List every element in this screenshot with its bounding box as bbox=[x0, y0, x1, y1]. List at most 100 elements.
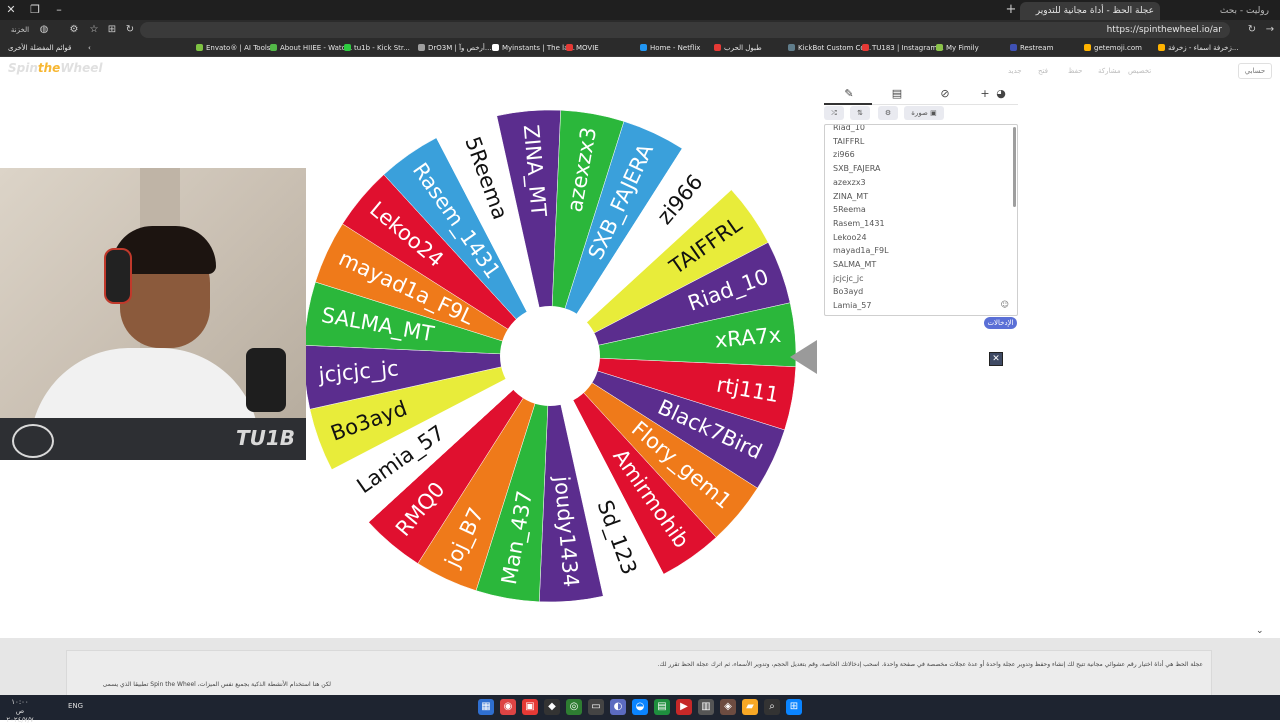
bookmark-item[interactable]: tu1b - Kick Str... bbox=[344, 41, 410, 55]
description-line-1: عجلة الحظ هي أداة اختيار رقم عشوائي مجان… bbox=[657, 661, 1203, 668]
language-indicator[interactable]: ENG bbox=[68, 702, 83, 710]
entry-line[interactable]: Lekoo24 bbox=[833, 232, 867, 244]
wheel-hub[interactable] bbox=[500, 306, 600, 406]
account-button[interactable]: حسابي bbox=[1238, 63, 1272, 79]
home-label[interactable]: الخزنة bbox=[6, 21, 34, 39]
avatar-icon[interactable]: ◕ bbox=[990, 86, 1012, 102]
chevron-left-icon[interactable]: ‹ bbox=[88, 41, 91, 55]
excel-icon[interactable]: ▤ bbox=[654, 699, 670, 715]
reload-icon[interactable]: ↻ bbox=[1244, 21, 1260, 39]
bookmark-label: Home - Netflix bbox=[650, 44, 701, 52]
other-bookmarks[interactable]: قوائم المفضلة الأخرى bbox=[8, 41, 71, 55]
entries-scrollbar[interactable] bbox=[1013, 127, 1016, 207]
app-icon[interactable]: ▣ bbox=[522, 699, 538, 715]
site-logo[interactable]: SpintheWheel bbox=[8, 61, 102, 75]
bookmark-item[interactable]: DrO3M | أرخص وآ... bbox=[418, 41, 492, 55]
clock[interactable]: ١٠:٠٠ ص ٢٠٢٤/٧/٧ bbox=[6, 698, 34, 725]
close-window-icon[interactable]: ✕ bbox=[0, 0, 22, 20]
bookmark-item[interactable]: Restream bbox=[1010, 41, 1053, 55]
bookmark-item[interactable]: getemoji.com bbox=[1084, 41, 1142, 55]
sort-icon[interactable]: ⇅ bbox=[850, 106, 870, 120]
nav-item[interactable]: جديد bbox=[1008, 64, 1022, 78]
tab-active[interactable]: عجلة الحظ - أداة مجانية للتدوير bbox=[1020, 2, 1160, 20]
nav-item[interactable]: تخصيص bbox=[1128, 64, 1151, 78]
bookmark-item[interactable]: Envato® | AI Tools... bbox=[196, 41, 277, 55]
shuffle-icon[interactable]: ⤮ bbox=[824, 106, 844, 120]
bookmark-item[interactable]: طبول الحرب bbox=[714, 41, 762, 55]
entry-line[interactable]: SALMA_MT bbox=[833, 259, 876, 271]
favorites-icon[interactable]: ☆ bbox=[86, 21, 102, 39]
address-bar[interactable]: https://spinthewheel.io/ar bbox=[140, 22, 1230, 38]
media-icon[interactable]: ▶ bbox=[676, 699, 692, 715]
entry-line[interactable]: ZINA_MT bbox=[833, 191, 868, 203]
entries-textarea[interactable]: Riad_10 TAIFFRL zi966 SXB_FAJERA azexzx3 ZINA… bbox=[824, 124, 1018, 316]
bookmark-item[interactable]: KickBot Custom Co... bbox=[788, 41, 871, 55]
entry-line[interactable]: mayad1a_F9L bbox=[833, 245, 889, 257]
entry-line[interactable]: 5Reema bbox=[833, 204, 866, 216]
headset-icon bbox=[104, 248, 132, 304]
xbox-icon[interactable]: ◎ bbox=[566, 699, 582, 715]
bookmark-item[interactable]: About HIIEE - Watc... bbox=[270, 41, 352, 55]
bookmark-icon bbox=[1158, 44, 1165, 51]
chevron-down-icon[interactable]: ⌄ bbox=[1256, 626, 1264, 636]
bookmark-label: DrO3M | أرخص وآ... bbox=[428, 44, 492, 52]
folder-icon[interactable]: ▰ bbox=[742, 699, 758, 715]
entry-line[interactable]: azexzx3 bbox=[833, 177, 866, 189]
bookmark-item[interactable]: زخرفة اسماء - زخرفة... bbox=[1158, 41, 1239, 55]
bookmark-icon bbox=[492, 44, 499, 51]
nav-item[interactable]: فتح bbox=[1038, 64, 1048, 78]
bookmark-icon bbox=[418, 44, 425, 51]
new-tab-button[interactable]: + bbox=[1002, 0, 1020, 20]
bookmark-label: tu1b - Kick Str... bbox=[354, 44, 410, 52]
bookmark-label: زخرفة اسماء - زخرفة... bbox=[1168, 44, 1239, 52]
close-icon[interactable]: ✕ bbox=[989, 352, 1003, 366]
description-line-2: لكن هنا استخدام الأنشطة الذكية بجميع نفس… bbox=[102, 681, 331, 688]
notes-icon[interactable]: ▥ bbox=[698, 699, 714, 715]
settings-icon[interactable]: ⚙ bbox=[878, 106, 898, 120]
image-button[interactable]: صورة ▣ bbox=[904, 106, 944, 120]
bookmark-item[interactable]: MOVIE bbox=[566, 41, 599, 55]
edge-icon[interactable]: ◒ bbox=[632, 699, 648, 715]
bookmark-item[interactable]: TU183 | Instagram... bbox=[862, 41, 944, 55]
emoji-icon[interactable]: ☺ bbox=[1001, 300, 1009, 309]
nav-item[interactable]: حفظ bbox=[1068, 64, 1083, 78]
profile-icon[interactable]: ◍ bbox=[36, 21, 52, 39]
search-icon[interactable]: ⌕ bbox=[764, 699, 780, 715]
bookmark-item[interactable]: Home - Netflix bbox=[640, 41, 700, 55]
entry-line[interactable]: SXB_FAJERA bbox=[833, 163, 881, 175]
capture-icon[interactable]: ▭ bbox=[588, 699, 604, 715]
bookmark-item[interactable]: My Fimily bbox=[936, 41, 979, 55]
discord-icon[interactable]: ◐ bbox=[610, 699, 626, 715]
bookmark-label: Myinstants | The la... bbox=[502, 44, 576, 52]
paint-icon[interactable]: ◈ bbox=[720, 699, 736, 715]
hide-icon[interactable]: ⊘ bbox=[934, 86, 956, 102]
clipboard-icon[interactable]: ▤ bbox=[886, 86, 908, 102]
entry-line[interactable]: zi966 bbox=[833, 149, 855, 161]
wheel[interactable]: rtj111 Black7Bird Flory_gem1 Amirmohib Sd_12… bbox=[300, 98, 800, 618]
entry-line[interactable]: Rasem_1431 bbox=[833, 218, 885, 230]
steam-icon[interactable]: ◆ bbox=[544, 699, 560, 715]
entry-line[interactable]: Lamia_57 bbox=[833, 300, 871, 312]
tab-search[interactable]: روليت - بحث bbox=[1165, 2, 1275, 20]
forward-icon[interactable]: → bbox=[1262, 21, 1278, 39]
start-icon[interactable]: ▦ bbox=[478, 699, 494, 715]
bookmark-icon bbox=[862, 44, 869, 51]
bookmark-label: Restream bbox=[1020, 44, 1054, 52]
wheel-svg[interactable]: rtj111Black7BirdFlory_gem1AmirmohibSd_12… bbox=[300, 98, 800, 618]
windows-icon[interactable]: ⊞ bbox=[786, 699, 802, 715]
nav-item[interactable]: مشاركة bbox=[1098, 64, 1121, 78]
entry-line[interactable]: Riad_10 bbox=[833, 125, 865, 134]
refresh-icon[interactable]: ↻ bbox=[122, 21, 138, 39]
collections-icon[interactable]: ⊞ bbox=[104, 21, 120, 39]
extensions-icon[interactable]: ⚙ bbox=[66, 21, 82, 39]
bookmark-item[interactable]: Myinstants | The la... bbox=[492, 41, 575, 55]
entry-line[interactable]: Bo3ayd bbox=[833, 286, 863, 298]
entry-line[interactable]: jcjcjc_jc bbox=[833, 273, 863, 285]
bookmark-icon bbox=[936, 44, 943, 51]
minimize-window-icon[interactable]: – bbox=[48, 0, 70, 20]
entry-line[interactable]: TAIFFRL bbox=[833, 136, 864, 148]
active-tab-indicator bbox=[824, 103, 872, 105]
chrome-icon[interactable]: ◉ bbox=[500, 699, 516, 715]
maximize-window-icon[interactable]: ❐ bbox=[24, 0, 46, 20]
edit-icon[interactable]: ✎ bbox=[838, 86, 860, 102]
